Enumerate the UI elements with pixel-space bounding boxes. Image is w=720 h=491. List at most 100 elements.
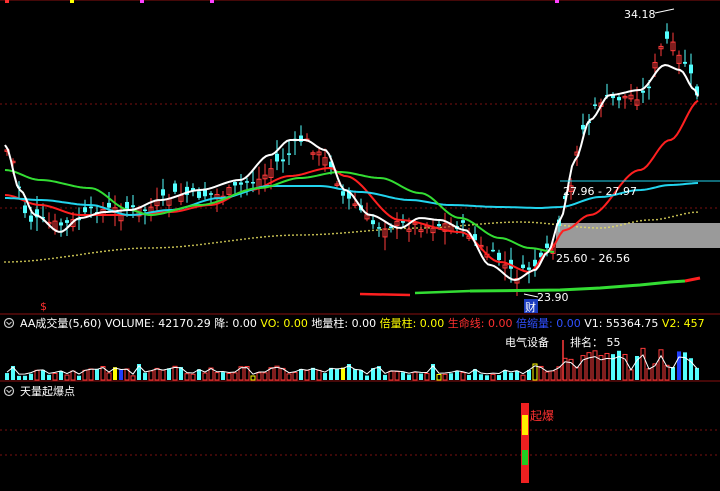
dot — [300, 234, 302, 236]
volume-bar — [520, 374, 526, 381]
signal-panel-header[interactable]: 天量起爆点 — [3, 384, 76, 398]
dot — [228, 240, 230, 242]
volume-indicator-legend: AA成交量(5,60) VOLUME: 42170.29 降: 0.00 VO:… — [20, 316, 705, 330]
dot — [140, 247, 142, 250]
signal-bar-green — [522, 450, 528, 465]
dot — [664, 217, 666, 220]
dot — [344, 231, 346, 234]
volume-bar — [658, 349, 664, 381]
dot — [480, 223, 482, 225]
dot — [376, 229, 378, 232]
volume-bar — [388, 370, 394, 381]
dot — [268, 235, 270, 238]
volume-panel-header[interactable]: AA成交量(5,60) VOLUME: 42170.29 降: 0.00 VO:… — [3, 316, 705, 330]
dot — [220, 241, 222, 243]
candle-body — [437, 224, 441, 227]
candle-body — [29, 215, 33, 222]
dot — [184, 245, 186, 248]
candle-body — [683, 61, 687, 64]
dot — [164, 246, 166, 249]
dot — [280, 234, 282, 237]
dot — [416, 227, 418, 229]
dot — [508, 221, 510, 224]
volume-bar — [172, 365, 178, 381]
panel-settings-chevron — [6, 389, 12, 394]
volume-bar — [335, 368, 339, 380]
dot — [144, 247, 146, 249]
dot — [688, 212, 690, 214]
dot — [136, 247, 138, 250]
dot — [512, 221, 514, 224]
dot — [640, 219, 642, 222]
support-green-segment — [414, 289, 471, 295]
dot — [656, 218, 658, 221]
panel-settings-icon[interactable] — [3, 385, 15, 397]
volume-bar — [677, 351, 681, 380]
dot — [88, 252, 90, 255]
volume-bar — [695, 367, 699, 380]
dot — [684, 212, 686, 215]
volume-bar — [106, 372, 112, 381]
dot — [256, 236, 258, 239]
dot — [52, 257, 54, 260]
dot — [316, 233, 318, 236]
dot — [336, 232, 338, 235]
volume-bar — [184, 373, 190, 381]
dot — [56, 257, 58, 259]
dot — [468, 224, 470, 227]
dot — [392, 228, 394, 230]
volume-bar — [394, 371, 400, 381]
candle-body — [245, 181, 249, 183]
dot — [112, 249, 114, 252]
candle-body — [341, 191, 345, 196]
volume-bar — [455, 371, 459, 380]
ma-green-line — [4, 169, 555, 253]
volume-bar — [130, 375, 136, 381]
dot — [412, 227, 414, 230]
volume-bar — [256, 372, 262, 381]
dot — [352, 231, 354, 234]
volume-bar — [232, 372, 238, 381]
dot — [580, 226, 582, 229]
candle-body — [173, 183, 177, 192]
candle-body — [107, 202, 111, 208]
volume-bar — [5, 373, 9, 380]
volume-bar — [34, 369, 40, 381]
legend-item-7: V1: 55364.75 — [584, 317, 662, 330]
candle-body — [83, 207, 87, 213]
dot — [696, 211, 698, 214]
volume-bar — [88, 368, 94, 381]
dot — [504, 221, 506, 224]
candle-body — [251, 182, 255, 184]
dot — [8, 261, 10, 263]
stock-chart-window[interactable]: 34.18 27.96 - 27.97 25.60 - 26.56 23.90 … — [0, 0, 720, 487]
volume-bar — [221, 372, 225, 380]
candle-body — [275, 153, 279, 162]
volume-bar — [574, 366, 580, 381]
dot — [348, 231, 350, 234]
volume-bar — [592, 350, 598, 381]
dot — [68, 255, 70, 258]
candle-body — [233, 181, 237, 186]
candle-body — [545, 243, 549, 248]
top-marker — [70, 0, 74, 3]
support-line — [359, 276, 701, 297]
dot — [516, 221, 518, 223]
dot — [600, 227, 602, 229]
dot — [204, 243, 206, 245]
dot — [564, 224, 566, 227]
low-price-arrow — [523, 293, 539, 298]
dot — [260, 236, 262, 239]
panel-settings-icon[interactable] — [3, 317, 15, 329]
dot — [628, 222, 630, 224]
chart-canvas[interactable]: 34.18 27.96 - 27.97 25.60 - 26.56 23.90 … — [0, 0, 720, 487]
dot — [192, 244, 194, 247]
legend-item-6: 倍缩量: 0.00 — [516, 316, 584, 330]
dot — [500, 221, 502, 224]
volume-bar — [167, 368, 171, 380]
dot — [532, 221, 534, 224]
candle-body — [65, 220, 69, 223]
low-price-label: 23.90 — [537, 291, 569, 304]
candle-body — [209, 193, 213, 195]
volume-bar — [617, 350, 621, 380]
